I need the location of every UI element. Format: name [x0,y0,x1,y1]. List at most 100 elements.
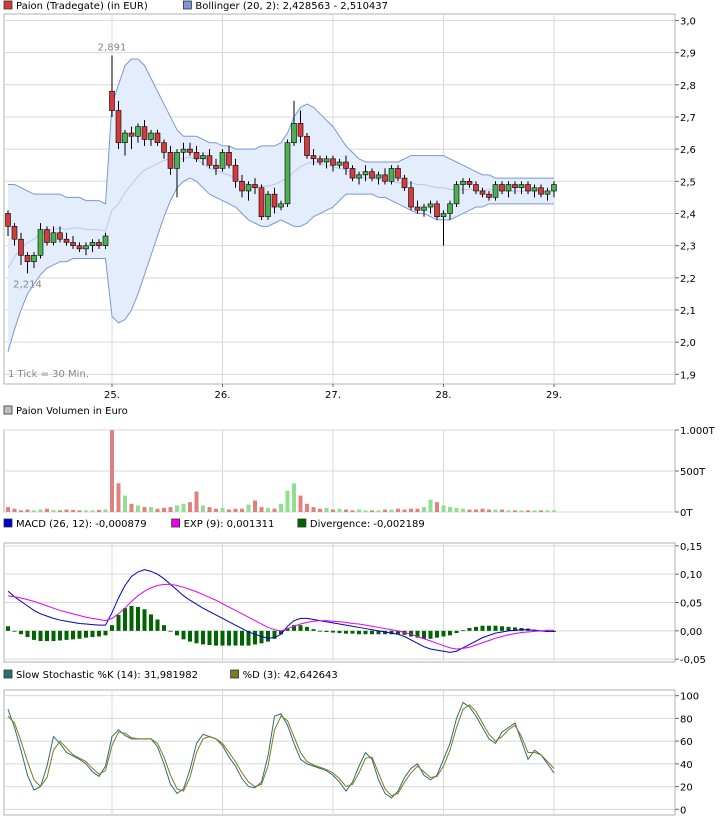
candle-body [388,168,395,182]
divergence-bar [97,630,101,637]
volume-bar [363,510,368,512]
candle-body [213,164,219,169]
divergence-bar [188,630,192,642]
divergence-bar [428,630,433,639]
divergence-bar [149,614,153,631]
volume-bar [441,505,446,512]
volume-bar [311,507,316,512]
stochastic-legend-label: %D (3): 42,642643 [243,670,338,681]
price-y-tick-label: 2,0 [680,338,696,349]
divergence-bar [318,630,322,632]
volume-bar [389,509,394,512]
volume-bar [116,483,121,512]
divergence-bar [500,626,504,631]
candle-body [492,184,499,198]
volume-bar [175,505,179,512]
candle-body [395,168,401,179]
volume-bar [71,509,75,512]
macd-legend-label: EXP (9): 0,001311 [184,519,275,530]
candle-body [297,123,304,137]
candle-body [375,174,382,179]
candle-body [226,152,232,166]
candle-body [505,184,512,192]
candle-body [440,213,447,217]
volume-bar [155,508,160,512]
candle-body [180,148,187,153]
candle-body [499,184,505,192]
volume-bar [292,483,296,512]
divergence-bar [298,625,303,631]
volume-bar [45,508,49,512]
volume-bar [526,510,530,512]
divergence-bar [324,630,329,632]
volume-bar [253,500,257,512]
divergence-bar [474,626,478,631]
volume-legend-label: Paion Volumen in Euro [16,406,128,417]
price-y-tick-label: 2,4 [680,209,696,220]
macd-y-tick-label: 0,15 [680,542,702,553]
divergence-bar [480,625,485,631]
price-annotation: 2,891 [98,43,127,54]
divergence-bar [227,630,231,646]
candle-body [544,190,551,195]
candle-body [96,242,102,246]
stochastic-plot-area [3,689,676,816]
volume-bar [337,508,342,512]
candle-body [219,152,226,169]
candle-body [265,193,271,217]
macd-legend-label: Divergence: -0,002189 [310,519,425,530]
price-y-tick-label: 1,9 [680,370,696,381]
volume-bar [19,510,23,512]
volume-bar [415,508,420,512]
candle-body [531,187,538,192]
volume-bar [519,510,524,512]
divergence-bar [162,625,166,631]
divergence-bar [240,630,244,646]
x-tick-label: 25. [104,390,120,401]
divergence-bar [103,630,108,636]
volume-bar [90,510,95,512]
volume-bar [513,510,517,512]
volume-bar [376,510,381,512]
candle-body [128,132,135,137]
volume-bar [207,507,212,512]
candle-body [76,245,83,250]
volume-bar [123,495,127,512]
volume-bar [357,509,361,512]
candle-body [473,184,479,192]
candle-body [525,184,531,192]
candle-body [343,161,349,169]
price-y-tick-label: 2,3 [680,242,696,253]
stochastic-y-tick-label: 80 [680,714,693,725]
candle-body [258,187,265,217]
candle-body [252,184,258,189]
volume-bar [214,508,218,512]
candle-body [512,184,518,189]
price-y-tick-label: 2,1 [680,306,696,317]
volume-bar [552,510,556,512]
volume-bar [461,508,465,512]
candle-body [11,226,18,240]
volume-bar [32,510,36,512]
volume-bar [142,507,147,512]
candle-body [421,206,427,211]
price-legend-label: Bollinger (20, 2): 2,428563 - 2,510437 [195,1,388,12]
candle-body [141,126,148,140]
volume-bar [422,507,426,512]
volume-y-tick-label: 500T [680,467,706,478]
macd-legend-swatch [297,518,307,528]
divergence-bar [337,630,342,634]
volume-bar [506,510,511,512]
volume-legend-swatch [3,405,13,415]
volume-bar [110,430,114,512]
candle-body [44,229,50,243]
candle-body [109,90,115,111]
price-y-tick-label: 2,7 [680,113,696,124]
candle-body [284,142,291,205]
volume-y-tick-label: 0T [680,508,693,519]
volume-bar [474,509,478,512]
volume-bar [162,507,166,512]
stochastic-y-tick-label: 100 [680,692,699,703]
divergence-bar [12,630,17,632]
candle-body [5,213,11,227]
